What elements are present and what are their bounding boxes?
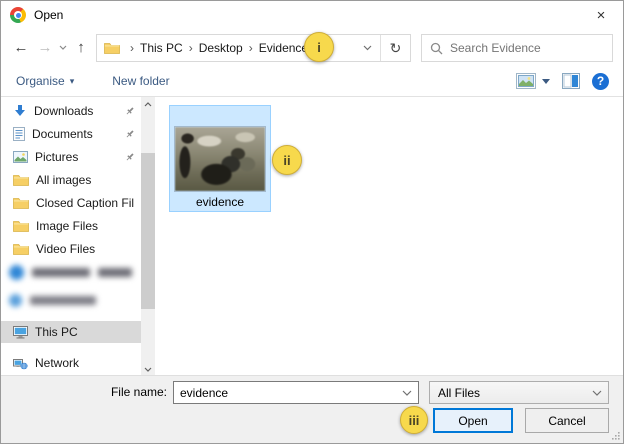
chrome-icon [10,7,26,23]
new-folder-button[interactable]: New folder [102,66,179,96]
folder-icon [13,220,29,233]
thumbnail-view-icon [516,73,536,89]
file-name-label: evidence [196,195,244,209]
sidebar-item-closed-caption-files[interactable]: Closed Caption Fil [1,192,141,214]
back-button[interactable]: ← [9,35,33,59]
scrollbar-thumb[interactable] [141,153,155,309]
resize-grip[interactable] [610,430,621,441]
sidebar-item-label: Documents [32,127,93,141]
redacted-label [30,296,96,305]
scroll-up-icon[interactable] [141,97,155,112]
annotation-i: i [304,32,334,62]
breadcrumb-separator: › [243,41,259,55]
sidebar-item-redacted[interactable] [9,263,135,281]
pictures-icon [13,151,28,163]
new-folder-label: New folder [112,74,169,88]
pin-icon [125,129,135,139]
network-icon [13,357,28,370]
redacted-label [32,268,90,277]
redacted-icon [9,265,24,280]
sidebar-item-label: Downloads [34,104,93,118]
sidebar-item-redacted[interactable] [9,291,135,309]
sidebar-item-this-pc[interactable]: This PC [1,321,141,343]
forward-button: → [33,35,57,59]
open-button-label: Open [458,414,487,428]
file-type-dropdown[interactable]: All Files [429,381,609,404]
sidebar-item-label: Image Files [36,219,98,233]
search-icon [430,42,443,55]
up-button[interactable]: ↑ [69,35,93,59]
breadcrumb-evidence[interactable]: Evidence [259,41,308,55]
file-thumbnail [175,127,265,191]
search-box[interactable] [421,34,613,62]
folder-icon [104,42,120,55]
organise-button[interactable]: Organise ▾ [6,66,84,96]
cancel-button-label: Cancel [548,414,585,428]
redacted-icon [9,294,22,307]
thumbnail-image [175,127,265,191]
organise-caret-icon: ▾ [70,76,75,87]
file-type-value: All Files [438,386,480,400]
pin-icon [125,152,135,162]
breadcrumb-separator: › [183,41,199,55]
file-item-evidence[interactable]: evidence [169,105,271,212]
folder-icon [13,174,29,187]
help-icon[interactable]: ? [592,73,609,90]
sidebar-item-all-images[interactable]: All images [1,169,141,191]
sidebar-item-label: This PC [35,325,78,339]
sidebar-item-label: Closed Caption Fil [36,196,134,210]
breadcrumb-desktop[interactable]: Desktop [199,41,243,55]
file-name-field-label: File name: [1,381,167,404]
sidebar-item-label: Video Files [36,242,95,256]
file-name-dropdown-chevron-icon[interactable] [396,390,418,396]
sidebar-item-pictures[interactable]: Pictures [1,146,141,168]
refresh-icon[interactable]: ↻ [380,35,410,61]
address-dropdown-chevron-icon[interactable] [354,45,380,51]
file-name-combo[interactable] [173,381,419,404]
command-toolbar: Organise ▾ New folder ? [1,66,623,97]
sidebar-item-downloads[interactable]: Downloads [1,100,141,122]
sidebar-item-label: All images [36,173,91,187]
dialog-footer: File name: All Files Open Cancel [1,375,623,443]
address-bar[interactable]: › This PC › Desktop › Evidence ↻ [96,34,411,62]
file-name-input[interactable] [174,386,396,400]
sidebar-item-image-files[interactable]: Image Files [1,215,141,237]
annotation-ii: ii [272,145,302,175]
window-title: Open [34,8,63,22]
view-caret-icon [542,79,550,84]
folder-icon [13,243,29,256]
pin-icon [125,106,135,116]
toolbar-right-group: ? [516,66,609,96]
close-icon[interactable]: × [579,1,623,29]
organise-label: Organise [16,74,65,88]
annotation-iii: iii [400,406,428,434]
sidebar-item-video-files[interactable]: Video Files [1,238,141,260]
preview-pane-button[interactable] [562,73,580,89]
view-mode-button[interactable] [516,73,550,89]
sidebar-item-label: Pictures [35,150,78,164]
title-bar: Open × [1,1,623,29]
file-type-chevron-icon [586,390,608,396]
sidebar-scrollbar[interactable] [141,97,155,377]
open-button[interactable]: Open [433,408,513,433]
this-pc-icon [13,326,28,339]
search-input[interactable] [450,41,604,55]
sidebar-item-label: Network [35,356,79,370]
sidebar-item-documents[interactable]: Documents [1,123,141,145]
redacted-label [98,268,132,277]
open-file-dialog: Open × ← → ↑ › This PC › Desktop › Evide… [0,0,624,444]
cancel-button[interactable]: Cancel [525,408,609,433]
breadcrumb-this-pc[interactable]: This PC [140,41,183,55]
sidebar-item-network[interactable]: Network [1,352,141,374]
breadcrumb-separator: › [124,41,140,55]
downloads-icon [13,104,27,118]
folder-icon [13,197,29,210]
content-area: Downloads Documents Pictures All images … [1,97,623,377]
document-icon [13,127,25,141]
